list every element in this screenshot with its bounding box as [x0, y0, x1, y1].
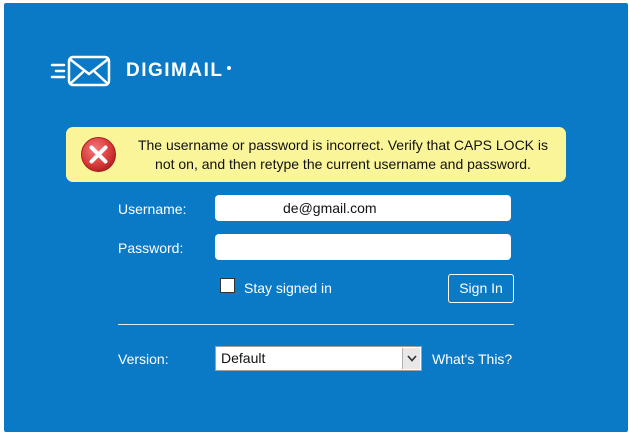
username-label: Username:	[118, 201, 187, 217]
error-x-icon	[81, 137, 116, 172]
whats-this-link[interactable]: What's This?	[432, 350, 512, 368]
divider	[118, 324, 514, 325]
version-select[interactable]: Default	[215, 346, 422, 371]
version-select-value: Default	[221, 350, 266, 366]
error-text: The username or password is incorrect. V…	[137, 137, 549, 172]
brand-dot	[226, 66, 231, 70]
password-field[interactable]	[215, 234, 511, 260]
error-message-box: The username or password is incorrect. V…	[66, 127, 566, 182]
envelope-speed-icon	[50, 55, 111, 87]
sign-in-button[interactable]: Sign In	[448, 274, 514, 303]
brand-name: DIGIMAIL	[126, 60, 224, 81]
stay-signed-in-checkbox[interactable]	[220, 278, 235, 293]
chevron-down-icon[interactable]	[402, 348, 420, 369]
stay-signed-in-label[interactable]: Stay signed in	[244, 279, 332, 297]
brand-logo: DIGIMAIL	[50, 53, 231, 89]
password-label: Password:	[118, 240, 184, 256]
login-panel: DIGIMAIL The username or password is inc…	[4, 3, 628, 432]
username-field[interactable]	[215, 195, 511, 221]
version-label: Version:	[118, 351, 169, 367]
